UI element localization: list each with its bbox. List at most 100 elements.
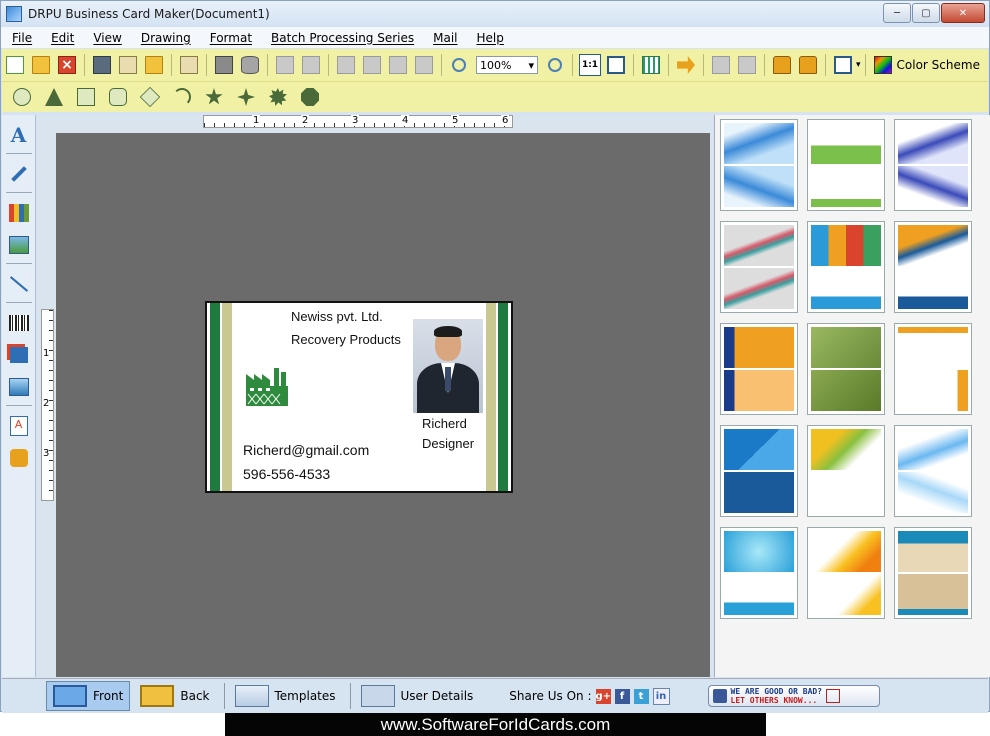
template-thumbnail[interactable] [807, 527, 885, 619]
maximize-button[interactable]: ▢ [912, 3, 940, 23]
template-back-preview [811, 472, 881, 513]
close-document-button[interactable]: × [56, 54, 78, 76]
factory-icon[interactable] [244, 366, 290, 406]
arc-tool-icon[interactable] [173, 88, 191, 106]
four-point-star-tool-icon[interactable] [237, 88, 255, 106]
card-company[interactable]: Newiss pvt. Ltd. [291, 309, 383, 324]
triangle-tool-icon[interactable] [45, 88, 63, 106]
front-button[interactable]: Front [46, 681, 131, 711]
text-tool-button[interactable]: A [7, 123, 31, 147]
feedback-button[interactable]: WE ARE GOOD OR BAD? LET OTHERS KNOW... [707, 685, 880, 707]
print-button[interactable] [213, 54, 235, 76]
template-thumbnail[interactable] [720, 221, 798, 313]
card-product[interactable]: Recovery Products [291, 332, 401, 347]
undo-button[interactable] [274, 54, 296, 76]
template-thumbnail[interactable] [720, 323, 798, 415]
document-text-tool-button[interactable]: A [7, 414, 31, 438]
polygon-tool-icon[interactable] [301, 88, 319, 106]
database-button[interactable] [239, 54, 261, 76]
cut-button[interactable] [361, 54, 383, 76]
linkedin-icon[interactable]: in [652, 687, 670, 705]
minimize-button[interactable]: ─ [883, 3, 911, 23]
pen-tool-button[interactable] [7, 162, 31, 186]
new-button[interactable] [4, 54, 26, 76]
person-photo[interactable] [413, 319, 483, 413]
line-tool-button[interactable] [7, 272, 31, 296]
template-thumbnail[interactable] [894, 323, 972, 415]
menu-help[interactable]: Help [466, 31, 512, 45]
card-phone[interactable]: 596-556-4533 [243, 466, 330, 482]
new-document-icon [6, 56, 24, 74]
menu-batch-processing[interactable]: Batch Processing Series [260, 31, 422, 45]
template-thumbnail[interactable] [807, 323, 885, 415]
send-backward-button[interactable] [736, 54, 758, 76]
google-plus-icon[interactable]: g+ [595, 688, 611, 704]
template-thumbnail[interactable] [894, 119, 972, 211]
facebook-icon[interactable]: f [614, 688, 630, 704]
rectangle-tool-icon[interactable] [77, 88, 95, 106]
template-thumbnail[interactable] [720, 119, 798, 211]
menu-format[interactable]: Format [199, 31, 260, 45]
send-mail-button[interactable] [675, 54, 697, 76]
template-thumbnail[interactable] [894, 527, 972, 619]
template-back-preview [811, 268, 881, 309]
template-thumbnail[interactable] [894, 425, 972, 517]
redo-button[interactable] [300, 54, 322, 76]
back-button[interactable]: Back [134, 682, 215, 710]
template-thumbnail[interactable] [807, 425, 885, 517]
grid-button[interactable] [640, 54, 662, 76]
image-tool-button[interactable] [7, 233, 31, 257]
card-email[interactable]: Richerd@gmail.com [243, 442, 369, 458]
templates-button[interactable]: Templates [229, 682, 342, 710]
save-button[interactable] [91, 54, 113, 76]
template-thumbnail[interactable] [720, 425, 798, 517]
lock-button[interactable] [771, 54, 793, 76]
library-tool-button[interactable] [7, 201, 31, 225]
twitter-icon[interactable]: t [633, 688, 649, 704]
export-icon [145, 56, 163, 74]
burst-tool-icon[interactable] [269, 88, 287, 106]
template-back-preview [811, 574, 881, 615]
template-thumbnail[interactable] [720, 527, 798, 619]
user-details-button[interactable]: User Details [355, 682, 480, 710]
business-card[interactable]: Newiss pvt. Ltd. Recovery Products Riche… [205, 301, 513, 493]
card-person-name[interactable]: Richerd [422, 416, 467, 431]
rounded-rectangle-tool-icon[interactable] [109, 88, 127, 106]
export-button[interactable] [143, 54, 165, 76]
plugin-tool-button[interactable] [7, 446, 31, 470]
menu-view[interactable]: View [82, 31, 129, 45]
zoom-select[interactable]: 100% ▾ [476, 56, 538, 74]
bring-forward-button[interactable] [710, 54, 732, 76]
close-button[interactable]: ✕ [941, 3, 985, 23]
zoom-in-button[interactable] [448, 54, 470, 76]
template-thumbnail[interactable] [807, 221, 885, 313]
layers-tool-button[interactable] [7, 343, 31, 367]
menu-file[interactable]: File [1, 31, 40, 45]
open-button[interactable] [30, 54, 52, 76]
template-thumbnail[interactable] [807, 119, 885, 211]
template-thumbnail[interactable] [894, 221, 972, 313]
save-as-button[interactable] [117, 54, 139, 76]
star-tool-icon[interactable] [205, 88, 223, 105]
color-scheme-button[interactable]: Color Scheme [873, 56, 980, 74]
menu-edit[interactable]: Edit [40, 31, 82, 45]
card-person-title[interactable]: Designer [422, 436, 474, 451]
menu-mail[interactable]: Mail [422, 31, 465, 45]
template-back-preview [898, 268, 968, 309]
align-button[interactable] [832, 54, 854, 76]
barcode-tool-button[interactable] [7, 311, 31, 335]
paste-button[interactable] [387, 54, 409, 76]
ellipse-tool-icon[interactable] [13, 88, 31, 106]
fit-to-window-icon [607, 56, 625, 74]
chevron-down-icon[interactable]: ▾ [856, 60, 861, 70]
menu-drawing[interactable]: Drawing [130, 31, 199, 45]
picture-tool-button[interactable] [7, 375, 31, 399]
diamond-tool-icon[interactable] [139, 86, 161, 108]
actual-size-button[interactable]: 1:1 [579, 54, 601, 76]
properties-button[interactable] [178, 54, 200, 76]
unlock-button[interactable] [797, 54, 819, 76]
zoom-out-button[interactable] [544, 54, 566, 76]
fit-to-window-button[interactable] [605, 54, 627, 76]
delete-button[interactable] [413, 54, 435, 76]
copy-button[interactable] [335, 54, 357, 76]
